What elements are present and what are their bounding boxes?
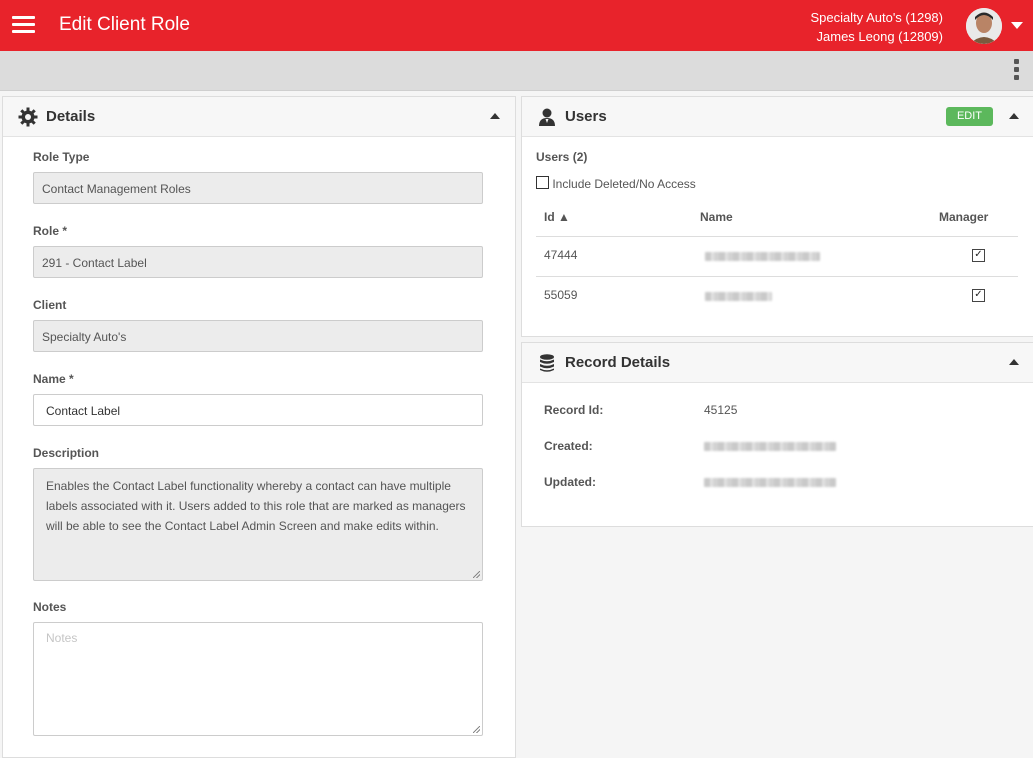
description-label: Description — [33, 446, 100, 460]
user-id-cell: 55059 — [544, 288, 578, 302]
account-user: James Leong (12809) — [816, 29, 943, 44]
collapse-users-icon[interactable] — [1009, 113, 1019, 119]
resize-handle-icon[interactable] — [473, 571, 480, 578]
updated-label: Updated: — [544, 475, 596, 489]
table-divider — [536, 276, 1018, 277]
users-panel: Users EDIT Users (2) Include Deleted/No … — [521, 96, 1033, 337]
record-details-panel: Record Details Record Id: 45125 Created:… — [521, 342, 1033, 527]
updated-value-redacted — [704, 478, 836, 487]
users-title: Users — [565, 108, 607, 125]
role-label: Role * — [33, 224, 68, 238]
user-id-cell: 47444 — [544, 248, 578, 262]
checkbox-icon[interactable] — [536, 176, 549, 189]
client-label: Client — [33, 298, 67, 312]
more-options-icon[interactable] — [1010, 57, 1022, 83]
avatar[interactable] — [966, 8, 1002, 44]
include-deleted-label: Include Deleted/No Access — [552, 177, 696, 191]
manager-checkbox[interactable]: ✓ — [972, 249, 985, 262]
table-divider — [536, 236, 1018, 237]
user-icon — [539, 108, 555, 126]
record-id-value: 45125 — [704, 403, 738, 417]
collapse-details-icon[interactable] — [490, 113, 500, 119]
account-client: Specialty Auto's (1298) — [810, 10, 943, 25]
column-header-id[interactable]: Id ▲ — [544, 210, 570, 224]
page-title: Edit Client Role — [59, 14, 190, 35]
column-header-name[interactable]: Name — [700, 210, 733, 224]
role-field: 291 - Contact Label — [33, 246, 483, 278]
name-label: Name * — [33, 372, 74, 386]
database-icon — [540, 354, 554, 372]
manager-checkbox[interactable]: ✓ — [972, 289, 985, 302]
created-label: Created: — [544, 439, 593, 453]
notes-textarea[interactable]: Notes — [33, 622, 483, 736]
user-photo-icon — [966, 8, 1002, 44]
details-panel: Details Role Type Contact Management Rol… — [2, 96, 516, 758]
user-name-redacted — [705, 252, 820, 261]
toolbar — [0, 51, 1033, 91]
account-dropdown-icon[interactable] — [1011, 22, 1023, 29]
record-details-header[interactable]: Record Details — [522, 343, 1033, 383]
top-app-bar: Edit Client Role Specialty Auto's (1298)… — [0, 0, 1033, 51]
menu-icon[interactable] — [12, 14, 35, 34]
users-header[interactable]: Users EDIT — [522, 97, 1033, 137]
notes-label: Notes — [33, 600, 67, 614]
collapse-record-icon[interactable] — [1009, 359, 1019, 365]
details-header[interactable]: Details — [3, 97, 515, 137]
column-header-manager[interactable]: Manager — [939, 210, 988, 224]
user-name-redacted — [705, 292, 772, 301]
client-field: Specialty Auto's — [33, 320, 483, 352]
description-text: Enables the Contact Label functionality … — [46, 479, 466, 533]
details-title: Details — [46, 108, 96, 125]
users-count: Users (2) — [536, 150, 588, 164]
include-deleted-checkbox[interactable]: Include Deleted/No Access — [536, 176, 696, 191]
record-id-label: Record Id: — [544, 403, 604, 417]
role-type-label: Role Type — [33, 150, 90, 164]
account-info[interactable]: Specialty Auto's (1298) James Leong (128… — [810, 8, 943, 46]
name-input[interactable]: Contact Label — [33, 394, 483, 426]
role-type-field: Contact Management Roles — [33, 172, 483, 204]
resize-handle-icon[interactable] — [473, 726, 480, 733]
record-details-title: Record Details — [565, 354, 671, 371]
description-textarea[interactable]: Enables the Contact Label functionality … — [33, 468, 483, 581]
notes-placeholder: Notes — [46, 631, 78, 645]
edit-users-button[interactable]: EDIT — [946, 107, 993, 126]
created-value-redacted — [704, 442, 836, 451]
gear-icon — [18, 107, 38, 127]
